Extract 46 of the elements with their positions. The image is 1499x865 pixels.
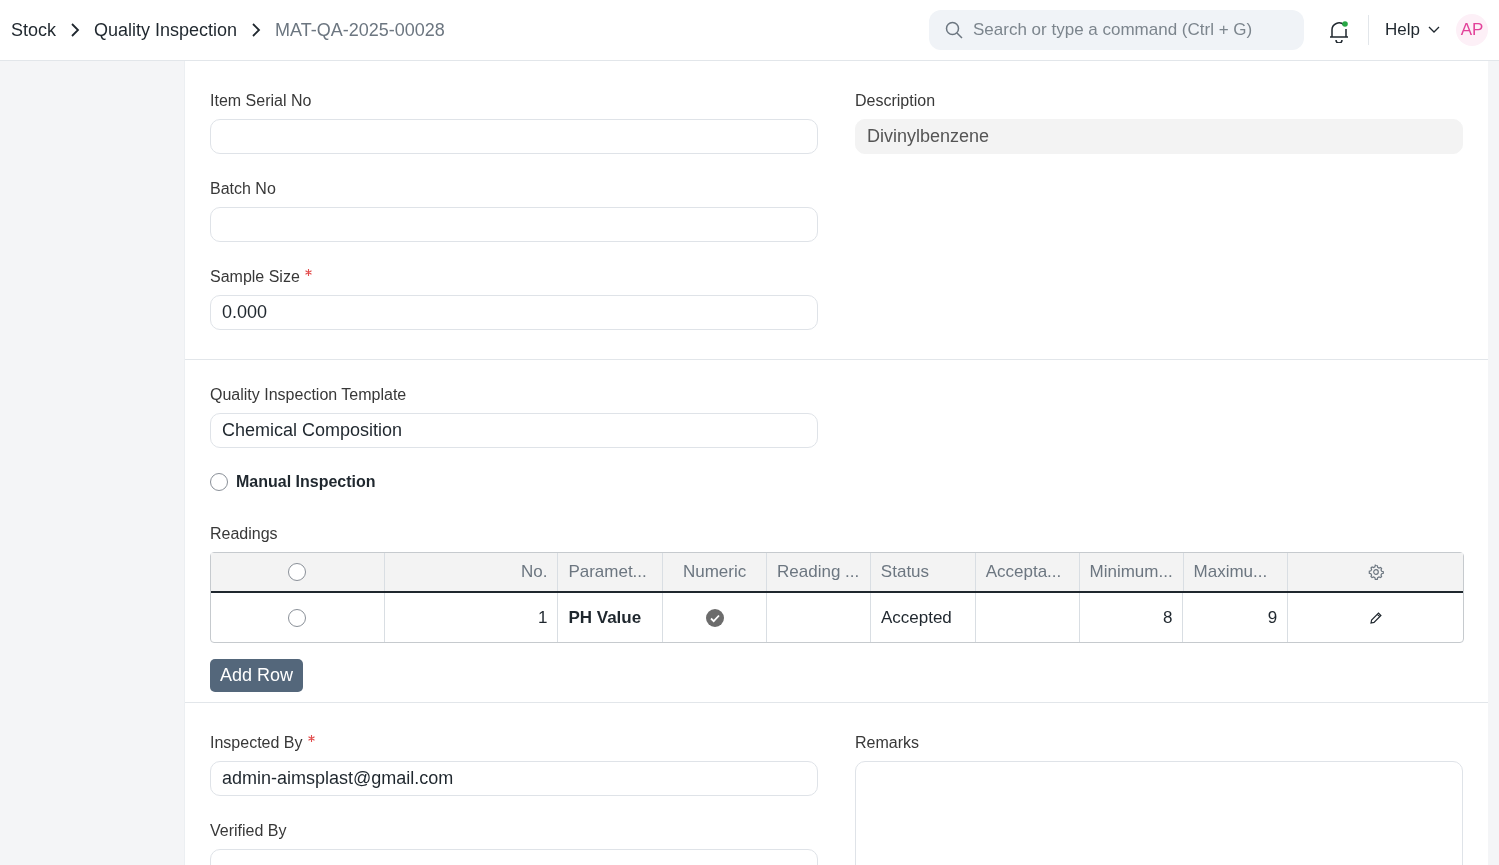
field-label: Quality Inspection Template bbox=[210, 385, 407, 405]
input-field[interactable] bbox=[210, 119, 818, 154]
table-cell: 9 bbox=[1183, 593, 1289, 642]
field-label: Inspected By bbox=[210, 733, 303, 753]
input-field[interactable]: Chemical Composition bbox=[210, 413, 818, 448]
field-label: Verified By bbox=[210, 821, 287, 841]
edit-icon[interactable] bbox=[1368, 610, 1383, 625]
checkbox-label: Manual Inspection bbox=[236, 472, 376, 492]
column-header[interactable]: Reading ... bbox=[767, 553, 871, 591]
add-row-button[interactable]: Add Row bbox=[210, 659, 304, 692]
input-field[interactable]: Divinylbenzene bbox=[855, 119, 1463, 154]
settings-icon[interactable] bbox=[1367, 564, 1384, 580]
chevron-icon bbox=[70, 22, 81, 38]
bell-icon[interactable] bbox=[1328, 18, 1351, 43]
input-field[interactable] bbox=[210, 207, 818, 242]
table-cell: Accepted bbox=[870, 593, 976, 642]
input-field[interactable]: admin-aimsplast@gmail.com bbox=[210, 761, 818, 796]
column-header[interactable]: No. bbox=[384, 553, 559, 591]
caret-icon bbox=[1428, 26, 1440, 34]
breadcrumb-link[interactable]: Stock bbox=[11, 16, 57, 44]
search-icon bbox=[945, 21, 964, 39]
column-header[interactable]: Numeric bbox=[663, 553, 768, 591]
column-header[interactable]: Status bbox=[870, 553, 976, 591]
checkbox[interactable] bbox=[288, 563, 307, 581]
document-title: MAT-QA-2025-00028 bbox=[275, 18, 445, 42]
field-label: Remarks bbox=[855, 733, 919, 753]
search-field[interactable]: Search or type a command (Ctrl + G) bbox=[929, 10, 1305, 50]
user-avatar[interactable]: AP bbox=[1456, 14, 1488, 46]
column-header[interactable]: Paramet... bbox=[558, 553, 664, 591]
field-label: Item Serial No bbox=[210, 91, 312, 111]
chevron-icon bbox=[251, 22, 262, 38]
table-cell: PH Value bbox=[558, 593, 664, 642]
column-header[interactable]: Maximu... bbox=[1183, 553, 1289, 591]
field-label: Sample Size bbox=[210, 267, 300, 287]
table-cell: 1 bbox=[384, 593, 559, 642]
section-label: Readings bbox=[210, 524, 279, 544]
help-menu[interactable]: Help bbox=[1385, 17, 1440, 43]
table-cell: 8 bbox=[1079, 593, 1184, 642]
field-label: Batch No bbox=[210, 179, 276, 199]
checkbox[interactable] bbox=[288, 608, 307, 627]
field-label: Description bbox=[855, 91, 936, 111]
column-header[interactable]: Minimum... bbox=[1079, 553, 1184, 591]
input-field[interactable]: 0.000 bbox=[210, 295, 818, 330]
column-header[interactable]: Accepta... bbox=[975, 553, 1080, 591]
checkbox[interactable] bbox=[210, 473, 228, 491]
breadcrumb-link[interactable]: Quality Inspection bbox=[94, 16, 238, 44]
